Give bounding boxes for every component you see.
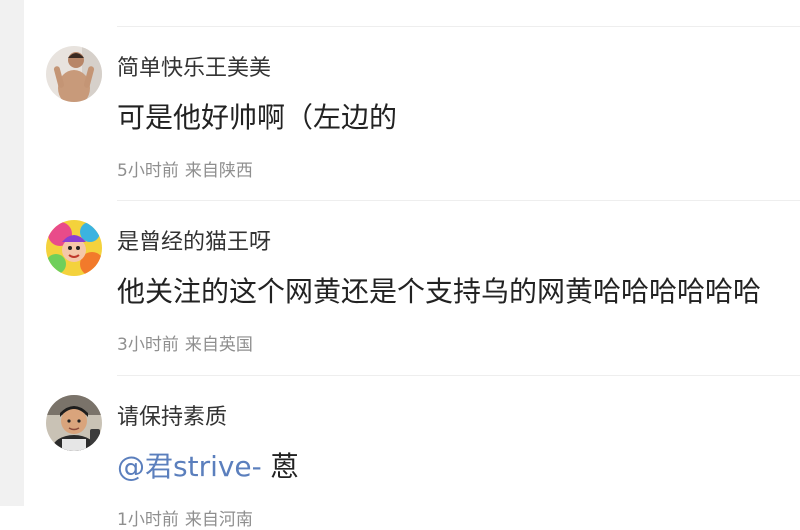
avatar[interactable] [46, 220, 102, 276]
comment-text: @君strive- 蒽 [117, 445, 299, 485]
divider [117, 26, 800, 27]
comment-meta: 5小时前 来自陕西 [117, 156, 253, 181]
comment-text-body: 蒽 [261, 450, 299, 483]
avatar[interactable] [46, 395, 102, 451]
comment-meta: 3小时前 来自英国 [117, 330, 253, 355]
comment-username[interactable]: 简单快乐王美美 [117, 50, 271, 82]
comment-time: 1小时前 [117, 510, 179, 530]
divider [117, 200, 800, 201]
comment-time: 5小时前 [117, 161, 179, 181]
comment-username[interactable]: 请保持素质 [117, 399, 227, 431]
comment-text: 他关注的这个网黄还是个支持乌的网黄哈哈哈哈哈哈 [117, 275, 762, 308]
avatar[interactable] [46, 46, 102, 102]
comment-location: 来自河南 [184, 510, 253, 530]
comment-username[interactable]: 是曾经的猫王呀 [117, 224, 271, 256]
avatar-shirtless-man-icon [46, 46, 102, 102]
avatar-young-man-icon [46, 395, 102, 451]
comment-location: 来自陕西 [184, 161, 253, 181]
mention-link[interactable]: @君strive- [117, 450, 262, 483]
left-gutter [0, 0, 24, 506]
comment-text: 可是他好帅啊（左边的 [117, 101, 398, 134]
comment-meta: 1小时前 来自河南 [117, 505, 253, 530]
comment-location: 来自英国 [184, 335, 253, 355]
comment-time: 3小时前 [117, 335, 179, 355]
avatar-colorful-cartoon-icon [46, 220, 102, 276]
comment-list: 简单快乐王美美 可是他好帅啊（左边的 5小时前 来自陕西 是曾经的猫王呀 他关注的… [24, 0, 800, 530]
divider [117, 375, 800, 376]
